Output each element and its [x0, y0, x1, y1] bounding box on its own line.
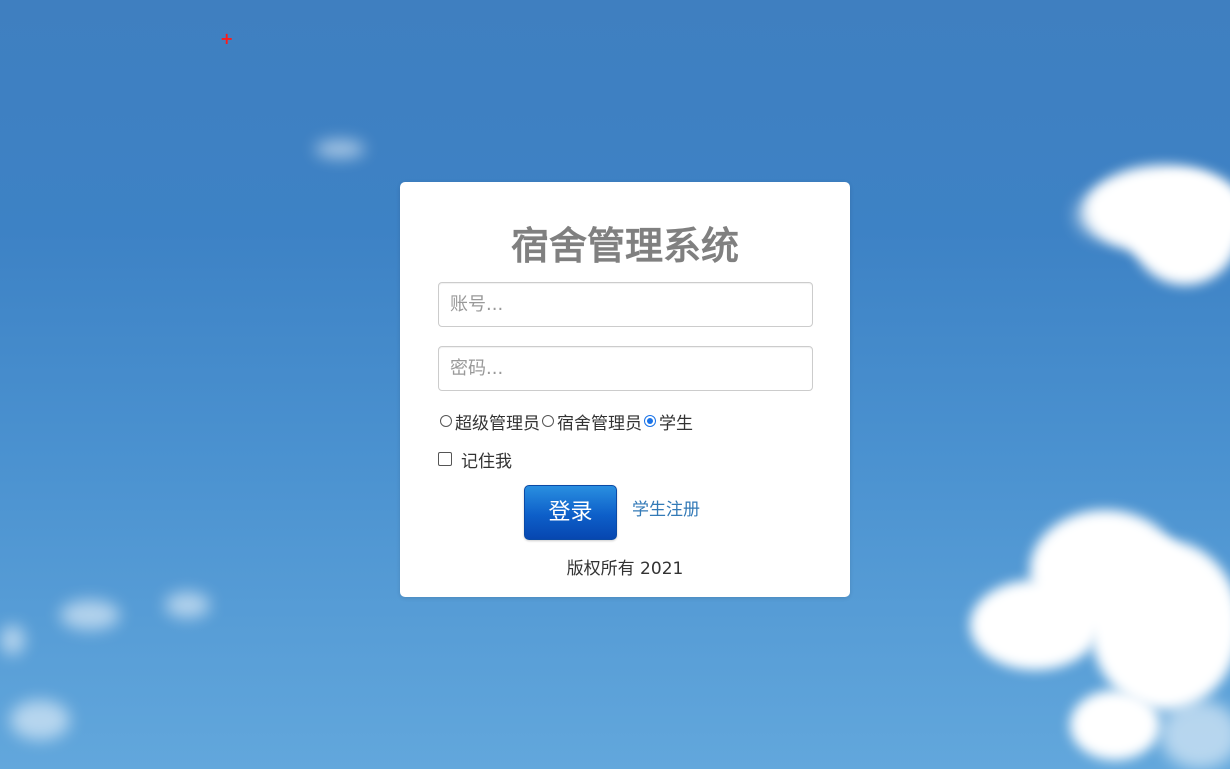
student-register-link[interactable]: 学生注册 — [632, 498, 700, 522]
cloud — [0, 625, 25, 655]
role-label: 学生 — [659, 413, 693, 434]
page-title: 宿舍管理系统 — [510, 224, 739, 268]
role-selector: 超级管理员 宿舍管理员 学生 — [438, 409, 693, 434]
cloud — [60, 600, 120, 630]
login-card: 宿舍管理系统 超级管理员 宿舍管理员 学生 记住我 登录 学生注册 版权所有 2… — [400, 182, 850, 597]
remember-me[interactable]: 记住我 — [438, 448, 512, 472]
cloud — [10, 700, 70, 740]
role-option-student[interactable]: 学生 — [642, 409, 693, 434]
radio-button[interactable] — [440, 415, 452, 427]
cloud — [1130, 175, 1230, 285]
radio-button-selected[interactable] — [644, 415, 656, 427]
crosshair-cursor-icon: + — [220, 29, 234, 48]
cloud — [165, 592, 210, 618]
remember-checkbox[interactable] — [438, 452, 452, 466]
copyright-text: 版权所有 2021 — [566, 559, 684, 579]
role-option-dorm-admin[interactable]: 宿舍管理员 — [540, 409, 642, 434]
role-label: 宿舍管理员 — [557, 413, 642, 434]
password-input[interactable] — [438, 346, 813, 391]
radio-button[interactable] — [542, 415, 554, 427]
cloud — [1070, 690, 1160, 760]
remember-label: 记住我 — [461, 451, 512, 472]
role-option-super-admin[interactable]: 超级管理员 — [438, 409, 540, 434]
role-label: 超级管理员 — [455, 413, 540, 434]
cloud — [1160, 700, 1230, 769]
cloud — [315, 140, 365, 158]
cloud — [1090, 540, 1230, 710]
cloud — [1075, 190, 1145, 240]
login-button[interactable]: 登录 — [524, 485, 617, 540]
account-input[interactable] — [438, 282, 813, 327]
cloud — [970, 580, 1100, 670]
